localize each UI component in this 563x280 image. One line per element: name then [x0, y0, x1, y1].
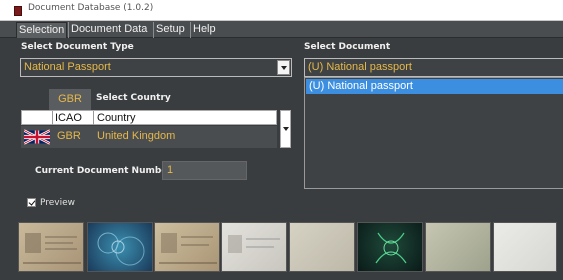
- security-pattern-icon: [97, 232, 145, 266]
- tab-selection[interactable]: Selection: [16, 22, 68, 38]
- column-header-icao[interactable]: ICAO: [55, 111, 82, 125]
- thumbnail-passport-3[interactable]: [154, 222, 220, 272]
- preview-label: Preview: [40, 198, 76, 208]
- preview-checkbox[interactable]: [27, 198, 36, 207]
- document-list[interactable]: (U) National passport: [304, 77, 563, 189]
- document-select-value: (U) National passport: [308, 61, 412, 73]
- tab-document-data[interactable]: Document Data: [68, 22, 149, 38]
- country-panel: GBR Select Country ICAO Country GBR Unit…: [21, 86, 291, 150]
- country-dropdown-button[interactable]: [280, 110, 291, 148]
- chevron-down-icon[interactable]: [277, 60, 290, 75]
- country-name: United Kingdom: [97, 130, 176, 142]
- document-number-value: 1: [167, 164, 174, 176]
- document-number-label: Current Document Number: [35, 166, 172, 176]
- passport-scan-icon: [228, 235, 280, 253]
- select-document-label: Select Document: [304, 42, 391, 52]
- table-row[interactable]: GBR United Kingdom: [21, 126, 277, 148]
- thumbnail-passport-6[interactable]: [357, 222, 423, 272]
- uk-flag-icon: [24, 129, 50, 145]
- document-number-field[interactable]: 1: [162, 161, 247, 180]
- menu-bar: Selection Document Data Setup Help: [0, 21, 563, 38]
- country-code: GBR: [57, 130, 81, 142]
- title-bar: Document Database (1.0.2): [0, 0, 563, 21]
- column-header-country[interactable]: Country: [97, 111, 136, 125]
- app-icon: [14, 6, 22, 16]
- column-divider: [52, 111, 53, 125]
- window-title: Document Database (1.0.2): [28, 3, 154, 13]
- thumbnail-passport-1[interactable]: [18, 222, 84, 272]
- passport-scan-icon: [23, 233, 81, 264]
- list-item[interactable]: (U) National passport: [306, 79, 563, 94]
- uv-pattern-icon: [375, 232, 407, 264]
- tab-setup[interactable]: Setup: [153, 22, 187, 38]
- tab-help[interactable]: Help: [190, 22, 218, 38]
- column-divider: [93, 111, 94, 125]
- select-country-label: Select Country: [96, 93, 171, 103]
- thumbnail-passport-4[interactable]: [221, 222, 287, 272]
- document-select[interactable]: (U) National passport: [304, 58, 563, 77]
- thumbnail-passport-5[interactable]: [289, 222, 355, 272]
- thumbnail-passport-7[interactable]: [425, 222, 491, 272]
- passport-scan-icon: [159, 233, 217, 264]
- thumbnail-passport-8[interactable]: [493, 222, 557, 272]
- document-type-value: National Passport: [24, 61, 111, 73]
- document-type-select[interactable]: National Passport: [20, 58, 292, 77]
- select-document-type-label: Select Document Type: [21, 42, 134, 52]
- country-grid-header: ICAO Country: [21, 110, 277, 125]
- thumbnail-passport-2[interactable]: [87, 222, 153, 272]
- country-tab-gbr[interactable]: GBR: [49, 89, 91, 110]
